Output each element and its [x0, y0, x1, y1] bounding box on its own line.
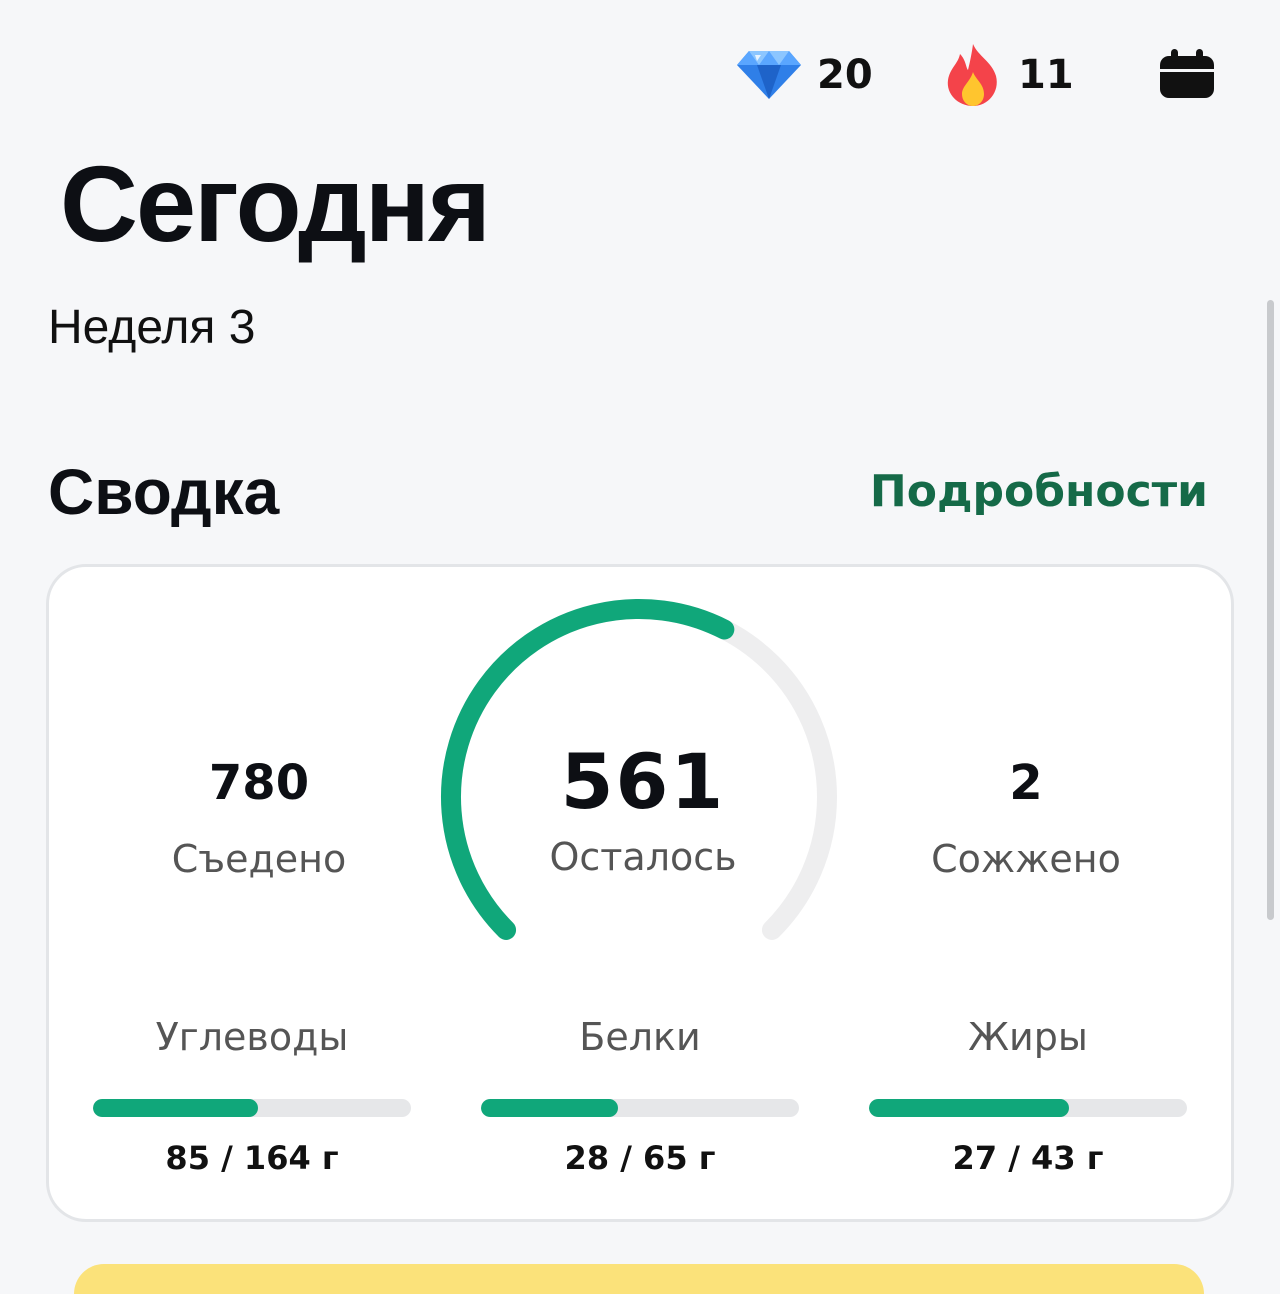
gems-counter[interactable]: 20	[735, 40, 873, 110]
burned-value: 2	[1009, 755, 1043, 811]
macro-label: Белки	[579, 1015, 701, 1059]
macro-progress-track	[93, 1099, 411, 1117]
burned-label: Сожжено	[931, 837, 1121, 881]
macro-progress-fill	[481, 1099, 619, 1117]
scrollbar[interactable]	[1267, 300, 1274, 920]
macro-label: Жиры	[968, 1015, 1088, 1059]
macro-label: Углеводы	[155, 1015, 349, 1059]
macro-value: 85 / 164 г	[165, 1139, 339, 1177]
calendar-icon[interactable]	[1158, 48, 1216, 100]
gems-count: 20	[817, 52, 873, 98]
macro-value: 27 / 43 г	[952, 1139, 1104, 1177]
fire-icon	[947, 44, 997, 106]
macro-progress-fill	[869, 1099, 1069, 1117]
summary-heading: Сводка	[48, 456, 280, 528]
next-card-peek	[74, 1264, 1204, 1294]
week-label: Неделя 3	[48, 301, 256, 354]
details-link[interactable]: Подробности	[870, 466, 1208, 517]
top-bar: 20 11	[0, 40, 1280, 110]
gem-icon	[737, 51, 801, 99]
macro-progress-fill	[93, 1099, 258, 1117]
macro-fat: Жиры 27 / 43 г	[869, 1015, 1187, 1177]
macro-progress-track	[869, 1099, 1187, 1117]
summary-card: 780 Съедено 561 Осталось 2 Сожжено Углев…	[46, 564, 1234, 1222]
macro-value: 28 / 65 г	[564, 1139, 716, 1177]
macro-progress-track	[481, 1099, 799, 1117]
streak-count: 11	[1018, 52, 1074, 98]
page-title: Сегодня	[60, 143, 491, 264]
macro-protein: Белки 28 / 65 г	[481, 1015, 799, 1177]
streak-counter[interactable]: 11	[942, 40, 1074, 110]
macro-carbs: Углеводы 85 / 164 г	[93, 1015, 411, 1177]
